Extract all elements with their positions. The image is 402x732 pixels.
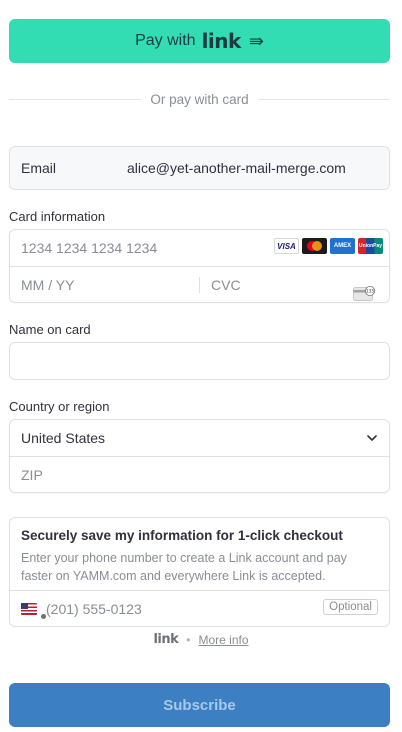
link-logo: link <box>201 29 242 53</box>
pay-with-link-button[interactable]: Pay with link ⇛ <box>9 19 390 63</box>
country-zip-group: United States ZIP <box>9 419 390 493</box>
card-information-group: 1234 1234 1234 1234 VISA AMEX UnionPay M… <box>9 229 390 303</box>
or-pay-with-card-divider: Or pay with card <box>9 90 391 108</box>
us-flag-icon[interactable] <box>21 603 37 615</box>
phone-input[interactable]: (201) 555-0123 Optional <box>10 590 389 627</box>
card-number-input[interactable]: 1234 1234 1234 1234 VISA AMEX UnionPay <box>10 230 389 266</box>
expiry-input[interactable]: MM / YY <box>10 277 199 293</box>
email-value: alice@yet-another-mail-merge.com <box>127 160 346 176</box>
link-footer: link • More info <box>0 632 402 647</box>
amex-icon: AMEX <box>330 238 355 254</box>
country-selected-value: United States <box>21 430 106 446</box>
cvc-placeholder: CVC <box>211 276 241 293</box>
name-on-card-input[interactable] <box>9 342 390 380</box>
card-expiry-cvc-row: MM / YY CVC 135 <box>10 266 389 302</box>
arrow-right-icon: ⇛ <box>248 30 264 51</box>
link-save-panel: Securely save my information for 1-click… <box>9 517 390 627</box>
zip-placeholder: ZIP <box>21 466 43 483</box>
divider-line-left <box>9 98 142 100</box>
visa-icon: VISA <box>274 238 299 254</box>
expiry-placeholder: MM / YY <box>21 276 75 293</box>
cvc-icon-digits: 135 <box>366 288 374 293</box>
save-info-description: Enter your phone number to create a Link… <box>21 551 347 583</box>
card-brands: VISA AMEX UnionPay <box>274 238 383 254</box>
email-field[interactable]: Email alice@yet-another-mail-merge.com <box>9 146 390 190</box>
pay-with-label: Pay with <box>135 32 196 49</box>
save-info-title: Securely save my information for 1-click… <box>21 528 343 543</box>
chevron-down-icon <box>367 435 377 441</box>
divider-text: Or pay with card <box>150 91 249 107</box>
card-information-label: Card information <box>9 209 106 224</box>
country-label: Country or region <box>9 399 110 414</box>
divider-line-right <box>257 98 391 100</box>
cvc-card-icon: 135 <box>353 285 375 301</box>
country-select[interactable]: United States <box>10 420 389 456</box>
link-footer-logo: link <box>153 632 179 647</box>
zip-input[interactable]: ZIP <box>10 456 389 492</box>
cvc-input[interactable]: CVC 135 <box>199 276 389 301</box>
optional-badge: Optional <box>323 599 378 615</box>
card-number-placeholder: 1234 1234 1234 1234 <box>21 240 158 256</box>
name-on-card-label: Name on card <box>9 322 91 337</box>
footer-separator: • <box>186 632 191 647</box>
email-label: Email <box>21 160 57 176</box>
phone-placeholder: (201) 555-0123 <box>46 601 142 617</box>
mastercard-icon <box>302 238 327 254</box>
more-info-link[interactable]: More info <box>198 633 248 647</box>
country-code-dropdown-icon <box>40 613 47 620</box>
subscribe-button[interactable]: Subscribe <box>9 683 390 727</box>
unionpay-icon: UnionPay <box>358 238 383 254</box>
